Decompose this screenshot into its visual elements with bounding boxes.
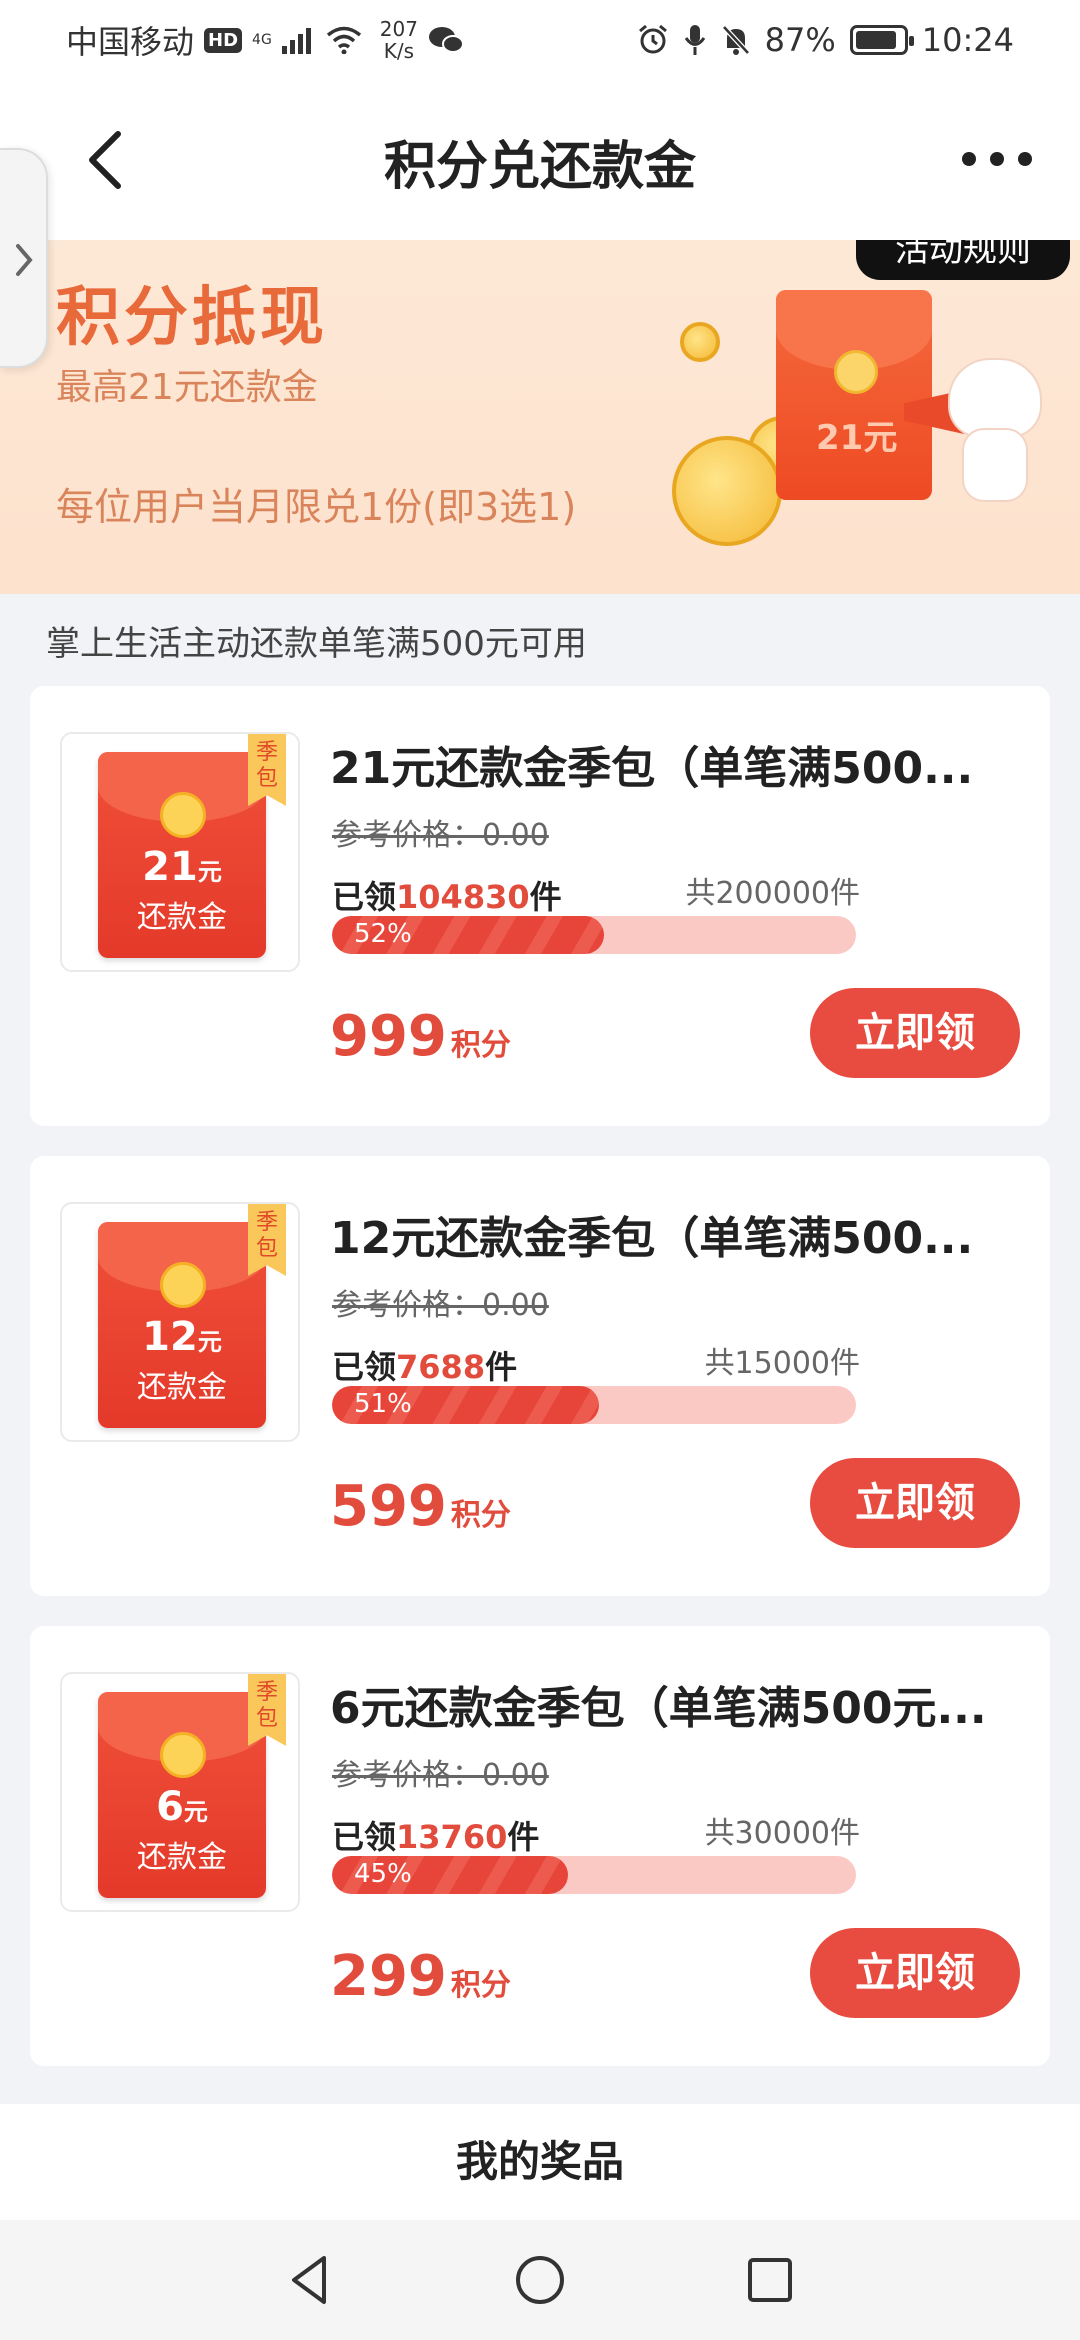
hd-badge: HD xyxy=(204,27,243,53)
page-title: 积分兑还款金 xyxy=(383,137,696,197)
claimed-count: 已领104830件 xyxy=(332,878,562,916)
triangle-back-icon[interactable] xyxy=(280,2250,340,2310)
season-pack-tag: 季包 xyxy=(248,1674,286,1746)
battery-icon xyxy=(849,25,914,55)
yuan-coin-icon xyxy=(834,350,878,394)
product-title: 12元还款金季包（单笔满500... xyxy=(330,1213,974,1264)
envelope-label: 还款金 xyxy=(137,1840,227,1875)
points-price: 999 积分 xyxy=(330,1004,511,1069)
reference-price: 参考价格：0.00 xyxy=(332,1758,549,1793)
nav-bar: 积分兑还款金 xyxy=(0,80,1080,240)
red-envelope-icon: 21元 还款金 xyxy=(98,752,266,958)
season-pack-tag: 季包 xyxy=(248,734,286,806)
clock: 10:24 xyxy=(921,21,1014,59)
reference-price: 参考价格：0.00 xyxy=(332,1288,549,1323)
envelope-label: 还款金 xyxy=(137,1370,227,1405)
speed-value: 207 xyxy=(379,17,418,41)
cat-body xyxy=(964,430,1026,500)
mute-bell-icon xyxy=(721,25,750,55)
progress-label: 45% xyxy=(354,1859,412,1889)
coin-icon xyxy=(160,1732,206,1778)
points-price: 599 积分 xyxy=(330,1474,511,1539)
coin-icon xyxy=(160,1262,206,1308)
speed-unit: K/s xyxy=(383,39,415,63)
claim-progress-bar: 45% xyxy=(332,1856,856,1894)
square-recent-icon[interactable] xyxy=(740,2250,800,2310)
progress-label: 51% xyxy=(354,1389,412,1419)
network-type: 4G xyxy=(252,32,272,48)
claimed-count: 已领7688件 xyxy=(332,1348,518,1386)
carrier-label: 中国移动 xyxy=(66,23,195,61)
total-stock: 共15000件 xyxy=(704,1346,860,1381)
coin-icon xyxy=(160,792,206,838)
envelope-label: 还款金 xyxy=(137,900,227,935)
progress-fill: 45% xyxy=(332,1856,568,1894)
envelope-amount: 12元 xyxy=(142,1314,222,1360)
signal-icon xyxy=(281,28,311,54)
total-stock: 共200000件 xyxy=(685,876,860,911)
progress-fill: 51% xyxy=(332,1386,600,1424)
progress-label: 52% xyxy=(354,919,412,949)
product-card[interactable]: 6元 还款金 季包 6元还款金季包（单笔满500元... 参考价格：0.00 已… xyxy=(30,1626,1050,2066)
more-dots-icon[interactable] xyxy=(962,144,1032,174)
product-card[interactable]: 21元 还款金 季包 21元还款金季包（单笔满500... 参考价格：0.00 … xyxy=(30,686,1050,1126)
side-drawer-handle[interactable] xyxy=(0,148,48,368)
banner-title: 积分抵现 xyxy=(56,280,328,355)
system-nav-bar xyxy=(0,2220,1080,2340)
wechat-icon xyxy=(428,27,464,53)
microphone-icon xyxy=(684,25,705,55)
envelope-amount: 21元 xyxy=(142,844,222,890)
total-stock: 共30000件 xyxy=(704,1816,860,1851)
red-envelope-icon: 6元 还款金 xyxy=(98,1692,266,1898)
claim-now-button[interactable]: 立即领 xyxy=(810,988,1020,1078)
banner-limit: 每位用户当月限兑1份(即3选1) xyxy=(56,485,577,529)
network-speed: 207 K/s xyxy=(380,18,418,62)
status-left: 中国移动 HD 4G 207 K/s xyxy=(66,17,464,63)
promo-banner: 积分抵现 最高21元还款金 每位用户当月限兑1份(即3选1) 活动规则 21元 xyxy=(0,240,1080,594)
product-thumbnail: 12元 还款金 季包 xyxy=(60,1202,300,1442)
activity-rules-button[interactable]: 活动规则 xyxy=(856,240,1070,280)
claim-progress-bar: 52% xyxy=(332,916,856,954)
wifi-icon xyxy=(326,26,361,54)
my-prizes-button[interactable]: 我的奖品 xyxy=(0,2104,1080,2220)
claimed-count: 已领13760件 xyxy=(332,1818,540,1856)
circle-home-icon[interactable] xyxy=(510,2250,570,2310)
more-dot xyxy=(990,152,1004,166)
envelope-amount: 6元 xyxy=(156,1784,208,1830)
battery-percent: 87% xyxy=(764,21,836,59)
status-right: 87% 10:24 xyxy=(637,21,1014,59)
points-price: 299 积分 xyxy=(330,1944,511,2009)
claim-now-button[interactable]: 立即领 xyxy=(810,1928,1020,2018)
status-bar: 中国移动 HD 4G 207 K/s 87% 10:24 xyxy=(0,0,1080,80)
red-envelope-illustration: 21元 xyxy=(776,290,932,500)
claim-progress-bar: 51% xyxy=(332,1386,856,1424)
red-envelope-icon: 12元 还款金 xyxy=(98,1222,266,1428)
reference-price: 参考价格：0.00 xyxy=(332,818,549,853)
network-indicator: 4G xyxy=(252,33,272,47)
mascot-cat-illustration xyxy=(950,360,1040,510)
battery-fill xyxy=(855,31,896,49)
coin-decoration xyxy=(672,436,782,546)
product-title: 6元还款金季包（单笔满500元... xyxy=(330,1683,987,1734)
product-title: 21元还款金季包（单笔满500... xyxy=(330,743,974,794)
chevron-right-icon xyxy=(16,244,33,276)
coin-decoration xyxy=(680,322,720,362)
banner-subtitle: 最高21元还款金 xyxy=(56,367,318,408)
product-card[interactable]: 12元 还款金 季包 12元还款金季包（单笔满500... 参考价格：0.00 … xyxy=(30,1156,1050,1596)
more-dot xyxy=(1018,152,1032,166)
product-thumbnail: 21元 还款金 季包 xyxy=(60,732,300,972)
alarm-icon xyxy=(638,24,667,54)
product-thumbnail: 6元 还款金 季包 xyxy=(60,1672,300,1912)
more-dot xyxy=(962,152,976,166)
claim-now-button[interactable]: 立即领 xyxy=(810,1458,1020,1548)
progress-fill: 52% xyxy=(332,916,605,954)
envelope-amount: 21元 xyxy=(816,418,898,458)
usage-note: 掌上生活主动还款单笔满500元可用 xyxy=(46,624,587,664)
season-pack-tag: 季包 xyxy=(248,1204,286,1276)
cat-head xyxy=(950,360,1040,436)
